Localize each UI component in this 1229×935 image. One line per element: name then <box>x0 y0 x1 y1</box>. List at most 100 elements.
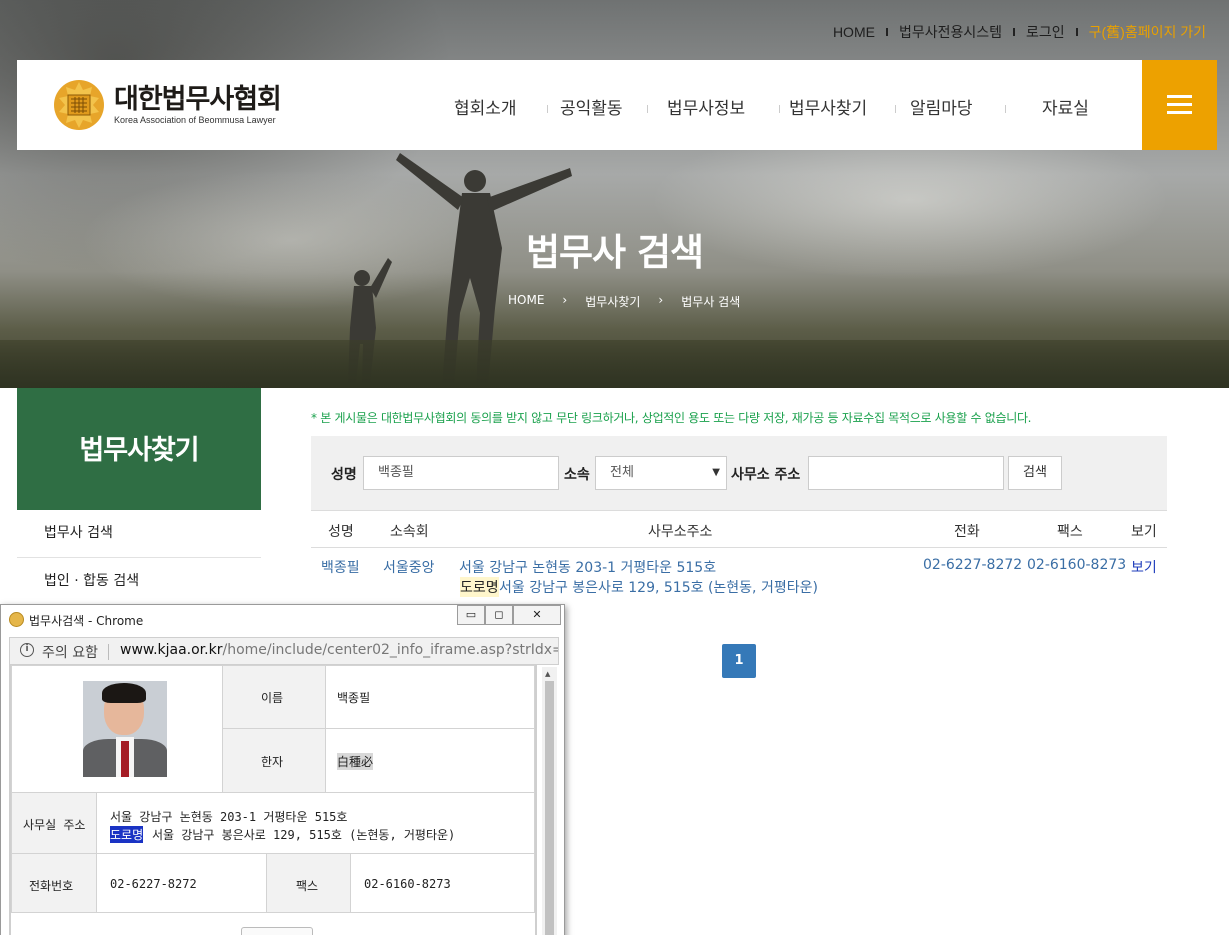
popup-titlebar[interactable]: 법무사검색 - Chrome ▭ ◻ ✕ <box>1 605 564 635</box>
search-form: 성명 백종필 소속 전체 ▼ 사무소 주소 검색 <box>311 436 1167 510</box>
office-address-label: 사무소 주소 <box>731 467 801 483</box>
scrollbar-thumb[interactable] <box>545 681 554 935</box>
logo-text: 대한법무사협회 Korea Association of Beommusa La… <box>114 84 282 126</box>
column-view: 보기 <box>1131 524 1157 540</box>
nav-divider <box>895 105 896 113</box>
popup-window-title: 법무사검색 - Chrome <box>29 614 144 628</box>
site-logo[interactable]: 대한법무사협회 Korea Association of Beommusa La… <box>52 78 282 132</box>
chevron-right-icon: › <box>658 293 664 307</box>
hero-banner-image <box>0 0 1229 388</box>
popup-fax-label: 팩스 <box>296 879 319 893</box>
hamburger-icon <box>1167 95 1192 98</box>
popup-office-address-label: 사무실 주소 <box>23 818 86 832</box>
row-name-link[interactable]: 백종필 <box>321 557 360 577</box>
popup-address-line1: 서울 강남구 논현동 203-1 거평타운 515호 <box>110 810 348 824</box>
column-affiliation: 소속회 <box>390 524 429 540</box>
main-nav: 협회소개 공익활동 법무사정보 법무사찾기 알림마당 자료실 <box>432 94 1112 119</box>
util-old-homepage-link[interactable]: 구(舊)홈페이지 가기 <box>1078 22 1217 42</box>
hamburger-menu-button[interactable] <box>1142 60 1217 150</box>
chevron-right-icon: › <box>562 293 568 307</box>
photo-tie <box>121 741 129 777</box>
url-host: www.kjaa.or.kr <box>120 642 223 658</box>
column-phone: 전화 <box>954 524 980 540</box>
logo-english-name: Korea Association of Beommusa Lawyer <box>114 115 276 125</box>
lawyer-detail-popup-window: 법무사검색 - Chrome ▭ ◻ ✕ i 주의 요함 www.kjaa.or… <box>0 604 565 935</box>
row-fax[interactable]: 02-6160-8273 <box>1027 557 1126 573</box>
sidebar-title: 법무사찾기 <box>17 388 261 510</box>
results-table-header: 성명 소속회 사무소주소 전화 팩스 보기 <box>311 510 1167 548</box>
sidebar-item-lawyer-search[interactable]: 법무사 검색 <box>17 510 261 558</box>
column-address: 사무소주소 <box>648 524 713 540</box>
popup-hanja-label: 한자 <box>261 755 284 769</box>
row-phone[interactable]: 02-6227-8272 <box>923 557 1022 573</box>
hamburger-icon <box>1167 111 1192 114</box>
page-title: 법무사 검색 <box>525 231 704 274</box>
nav-item-archive[interactable]: 자료실 <box>1012 94 1112 119</box>
search-button[interactable]: 검색 <box>1008 456 1062 490</box>
site-header: 대한법무사협회 Korea Association of Beommusa La… <box>17 60 1217 150</box>
lawyer-photo <box>83 681 167 777</box>
popup-address-line2: 서울 강남구 봉은사로 129, 515호 (논현동, 거평타운) <box>152 828 456 842</box>
name-label: 성명 <box>331 467 357 483</box>
popup-hanja-value: 白種必 <box>337 753 374 770</box>
url-path: /home/include/center02_info_iframe.asp?s… <box>222 642 559 658</box>
nav-item-lawyer-info[interactable]: 법무사정보 <box>652 94 772 119</box>
security-status: 주의 요함 <box>42 645 98 661</box>
util-login-link[interactable]: 로그인 <box>1015 22 1076 42</box>
hamburger-icon <box>1167 103 1192 106</box>
util-system-link[interactable]: 법무사전용시스템 <box>888 22 1013 42</box>
scroll-up-arrow-icon[interactable]: ▲ <box>545 670 550 678</box>
nav-item-public-service[interactable]: 공익활동 <box>542 94 652 119</box>
breadcrumb-home[interactable]: HOME <box>508 293 544 310</box>
popup-tel-label: 전화번호 <box>29 879 74 893</box>
copyright-notice: * 본 게시물은 대한법무사협회의 동의를 받지 않고 무단 링크하거나, 상업… <box>311 411 1032 425</box>
page: HOME 법무사전용시스템 로그인 구(舊)홈페이지 가기 대한법무사협회 Ko… <box>0 0 1229 935</box>
breadcrumb: HOME › 법무사찾기 › 법무사 검색 <box>508 293 740 310</box>
maximize-button[interactable]: ◻ <box>485 605 513 625</box>
nav-divider <box>779 105 780 113</box>
photo-hair <box>102 683 146 703</box>
nav-divider <box>547 105 548 113</box>
popup-tel-value: 02-6227-8272 <box>110 877 197 891</box>
affiliation-label: 소속 <box>564 467 590 483</box>
popup-close-button-partial[interactable] <box>241 927 313 935</box>
row-affiliation[interactable]: 서울중앙 <box>383 557 435 577</box>
popup-fax-value: 02-6160-8273 <box>364 877 451 891</box>
hero-grass <box>0 340 1229 388</box>
address-divider <box>108 644 109 660</box>
info-icon[interactable]: i <box>20 643 34 657</box>
dropdown-arrow-icon: ▼ <box>712 467 720 478</box>
nav-item-find-lawyer[interactable]: 법무사찾기 <box>772 94 892 119</box>
nav-divider <box>647 105 648 113</box>
nav-divider <box>1005 105 1006 113</box>
column-fax: 팩스 <box>1057 524 1083 540</box>
url-text: www.kjaa.or.kr/home/include/center02_inf… <box>120 642 559 658</box>
logo-korean-name: 대한법무사협회 <box>114 84 282 115</box>
affiliation-select[interactable]: 전체 ▼ <box>595 456 727 490</box>
popup-name-label: 이름 <box>261 691 284 705</box>
row-road-address[interactable]: 서울 강남구 봉은사로 129, 515호 (논현동, 거평타운) <box>499 577 818 597</box>
minimize-button[interactable]: ▭ <box>457 605 485 625</box>
breadcrumb-current: 법무사 검색 <box>681 295 741 309</box>
association-emblem-icon <box>54 80 104 130</box>
utility-nav: HOME 법무사전용시스템 로그인 구(舊)홈페이지 가기 <box>822 22 1217 42</box>
breadcrumb-find-lawyer[interactable]: 법무사찾기 <box>585 293 640 310</box>
popup-content: 이름 백종필 한자 白種必 사무실 주소 서울 강남구 논현동 203-1 거평… <box>9 665 537 935</box>
close-button[interactable]: ✕ <box>513 605 561 625</box>
popup-road-tag: 도로명 <box>110 826 144 843</box>
name-input[interactable]: 백종필 <box>363 456 559 490</box>
office-address-input[interactable] <box>808 456 1004 490</box>
sidebar-item-firm-search[interactable]: 법인 · 합동 검색 <box>17 558 261 606</box>
pagination-page-current[interactable]: 1 <box>722 644 756 678</box>
row-address[interactable]: 서울 강남구 논현동 203-1 거평타운 515호 <box>459 557 716 577</box>
address-bar[interactable]: i 주의 요함 www.kjaa.or.kr/home/include/cent… <box>9 637 559 665</box>
popup-scrollbar[interactable]: ▲ <box>542 667 557 935</box>
util-home-link[interactable]: HOME <box>822 24 886 40</box>
affiliation-selected-value: 전체 <box>610 465 634 480</box>
road-address-tag: 도로명 <box>460 577 499 597</box>
nav-item-about[interactable]: 협회소개 <box>432 94 542 119</box>
column-name: 성명 <box>328 524 354 540</box>
row-view-link[interactable]: 보기 <box>1131 557 1157 577</box>
nav-item-notice[interactable]: 알림마당 <box>892 94 1012 119</box>
popup-name-value: 백종필 <box>337 691 371 705</box>
